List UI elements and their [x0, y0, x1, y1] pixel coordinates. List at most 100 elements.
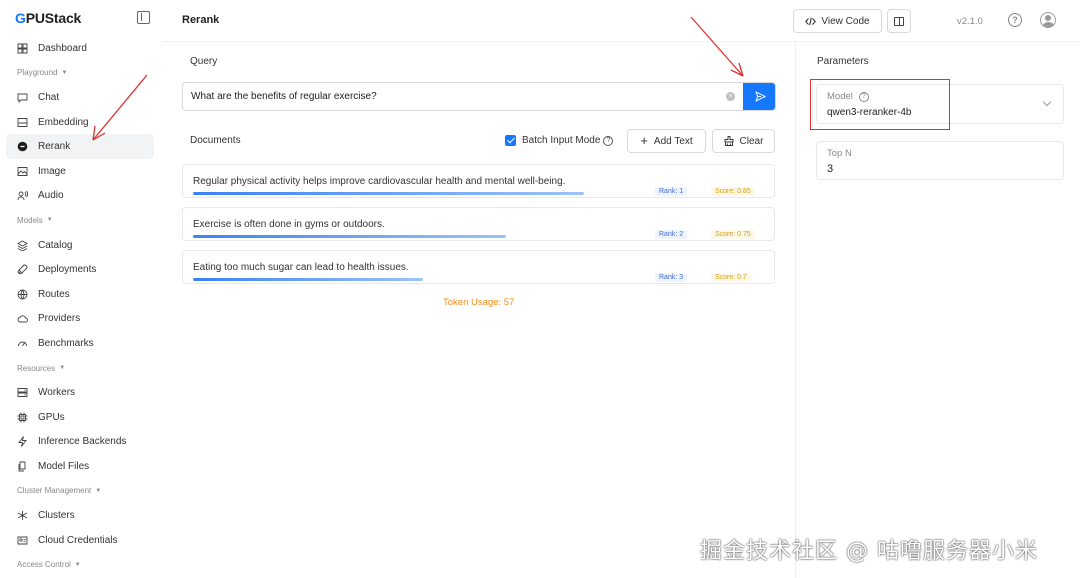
document-item[interactable]: Exercise is often done in gyms or outdoo…: [182, 207, 775, 241]
catalog-icon: [17, 240, 28, 251]
cluster-icon: [17, 510, 28, 521]
document-text[interactable]: Regular physical activity helps improve …: [193, 176, 565, 187]
avatar[interactable]: [1040, 12, 1056, 28]
score-badge: Score: 0.75: [711, 230, 755, 239]
sidebar-group-label: Cluster Management: [17, 486, 92, 496]
broom-icon: [724, 136, 733, 146]
bolt-icon: [17, 436, 28, 448]
parameters-label: Parameters: [817, 56, 869, 67]
files-icon: [17, 461, 28, 472]
caret-down-icon: ▼: [59, 365, 66, 372]
brand-logo[interactable]: GPUStack: [15, 10, 81, 26]
sidebar-item-label: Benchmarks: [38, 337, 94, 349]
view-code-button[interactable]: View Code: [793, 9, 882, 33]
sidebar-item-catalog[interactable]: Catalog: [6, 233, 154, 258]
sidebar-item-rerank[interactable]: Rerank: [6, 134, 154, 159]
sidebar-item-label: Dashboard: [38, 42, 87, 54]
sidebar-item-label: Model Files: [38, 460, 90, 472]
sidebar-item-model-files[interactable]: Model Files: [6, 454, 154, 479]
sidebar-item-embedding[interactable]: Embedding: [6, 110, 154, 135]
top-n-value: 3: [827, 163, 834, 175]
document-text[interactable]: Eating too much sugar can lead to health…: [193, 262, 409, 273]
image-icon: [17, 166, 28, 177]
view-code-label: View Code: [821, 15, 870, 27]
sidebar-item-label: Deployments: [38, 264, 97, 276]
credential-icon: [17, 535, 28, 546]
add-text-button[interactable]: + Add Text: [627, 129, 706, 153]
score-badge: Score: 0.85: [711, 187, 755, 196]
sidebar-item-chat[interactable]: Chat: [6, 85, 154, 110]
sidebar-item-inference-backends[interactable]: Inference Backends: [6, 430, 154, 455]
sidebar-item-providers[interactable]: Providers: [6, 307, 154, 332]
sidebar-item-label: Image: [38, 165, 66, 177]
sidebar-group-playground[interactable]: Playground ▼: [6, 61, 154, 86]
rerank-icon: [17, 141, 28, 152]
clear-button[interactable]: Clear: [712, 129, 775, 153]
query-input[interactable]: [183, 83, 743, 110]
query-field: ×: [182, 82, 776, 111]
score-bar: [193, 192, 584, 195]
caret-down-icon: ▼: [74, 561, 81, 568]
sidebar-group-label: Access Control: [17, 560, 71, 570]
embedding-icon: [17, 117, 28, 128]
sidebar: GPUStack Dashboard Playground ▼ Chat Embeddi…: [0, 0, 162, 578]
dashboard-icon: [17, 43, 28, 54]
sidebar-item-cloud-credentials[interactable]: Cloud Credentials: [6, 528, 154, 553]
sidebar-group-models[interactable]: Models ▼: [6, 208, 154, 233]
send-icon: [755, 91, 765, 102]
documents-label: Documents: [190, 135, 241, 146]
annotation-highlight-box: [810, 79, 950, 130]
sidebar-item-label: Providers: [38, 313, 81, 325]
sidebar-item-label: Clusters: [38, 510, 75, 522]
globe-icon: [17, 289, 28, 300]
caret-down-icon: ▼: [95, 487, 102, 494]
document-item[interactable]: Regular physical activity helps improve …: [182, 164, 775, 198]
sidebar-item-label: Workers: [38, 387, 76, 399]
sidebar-item-benchmarks[interactable]: Benchmarks: [6, 331, 154, 356]
sidebar-group-resources[interactable]: Resources ▼: [6, 356, 154, 381]
top-n-field[interactable]: Top N 3: [816, 141, 1064, 180]
sidebar-item-label: GPUs: [38, 411, 65, 423]
top-n-label: Top N: [827, 148, 852, 159]
sidebar-item-workers[interactable]: Workers: [6, 380, 154, 405]
sidebar-item-dashboard[interactable]: Dashboard: [6, 36, 154, 61]
batch-input-toggle[interactable]: Batch Input Mode ?: [505, 135, 614, 146]
token-usage: Token Usage: 57: [443, 297, 515, 308]
version-label: v2.1.0: [957, 16, 983, 27]
query-label: Query: [190, 56, 218, 67]
sidebar-group-label: Models: [17, 215, 43, 225]
add-text-label: Add Text: [653, 135, 693, 147]
sidebar-nav: Dashboard Playground ▼ Chat Embedding Rerank I…: [6, 36, 154, 577]
sidebar-item-gpus[interactable]: GPUs: [6, 405, 154, 430]
sidebar-group-label: Playground: [17, 68, 58, 78]
sidebar-group-label: Resources: [17, 363, 56, 373]
sidebar-item-label: Catalog: [38, 239, 73, 251]
send-button[interactable]: [743, 83, 775, 110]
document-text[interactable]: Exercise is often done in gyms or outdoo…: [193, 219, 385, 230]
sidebar-group-cluster-management[interactable]: Cluster Management ▼: [6, 479, 154, 504]
page-title: Rerank: [182, 14, 220, 26]
sidebar-item-label: Inference Backends: [38, 436, 127, 448]
sidebar-item-clusters[interactable]: Clusters: [6, 503, 154, 528]
clear-input-icon[interactable]: ×: [726, 92, 735, 101]
sidebar-item-label: Audio: [38, 190, 64, 202]
sidebar-collapse-icon[interactable]: [137, 11, 150, 24]
score-bar: [193, 278, 423, 281]
sidebar-item-label: Chat: [38, 91, 60, 103]
sidebar-group-access-control[interactable]: Access Control ▼: [6, 552, 154, 577]
panel-toggle-button[interactable]: [887, 9, 911, 33]
sidebar-item-audio[interactable]: Audio: [6, 184, 154, 209]
score-badge: Score: 0.7: [711, 273, 751, 282]
sidebar-item-routes[interactable]: Routes: [6, 282, 154, 307]
sidebar-item-deployments[interactable]: Deployments: [6, 257, 154, 282]
batch-input-label: Batch Input Mode: [522, 135, 601, 146]
rocket-icon: [17, 264, 28, 275]
chat-icon: [17, 92, 28, 103]
caret-down-icon: ▼: [46, 217, 53, 224]
document-item[interactable]: Eating too much sugar can lead to health…: [182, 250, 775, 284]
sidebar-item-label: Rerank: [38, 141, 71, 153]
watermark: 掘金技术社区 @ 咕噜服务器小米: [700, 539, 1038, 564]
sidebar-item-image[interactable]: Image: [6, 159, 154, 184]
help-icon[interactable]: ?: [1008, 13, 1022, 27]
batch-input-checkbox[interactable]: [505, 135, 516, 146]
